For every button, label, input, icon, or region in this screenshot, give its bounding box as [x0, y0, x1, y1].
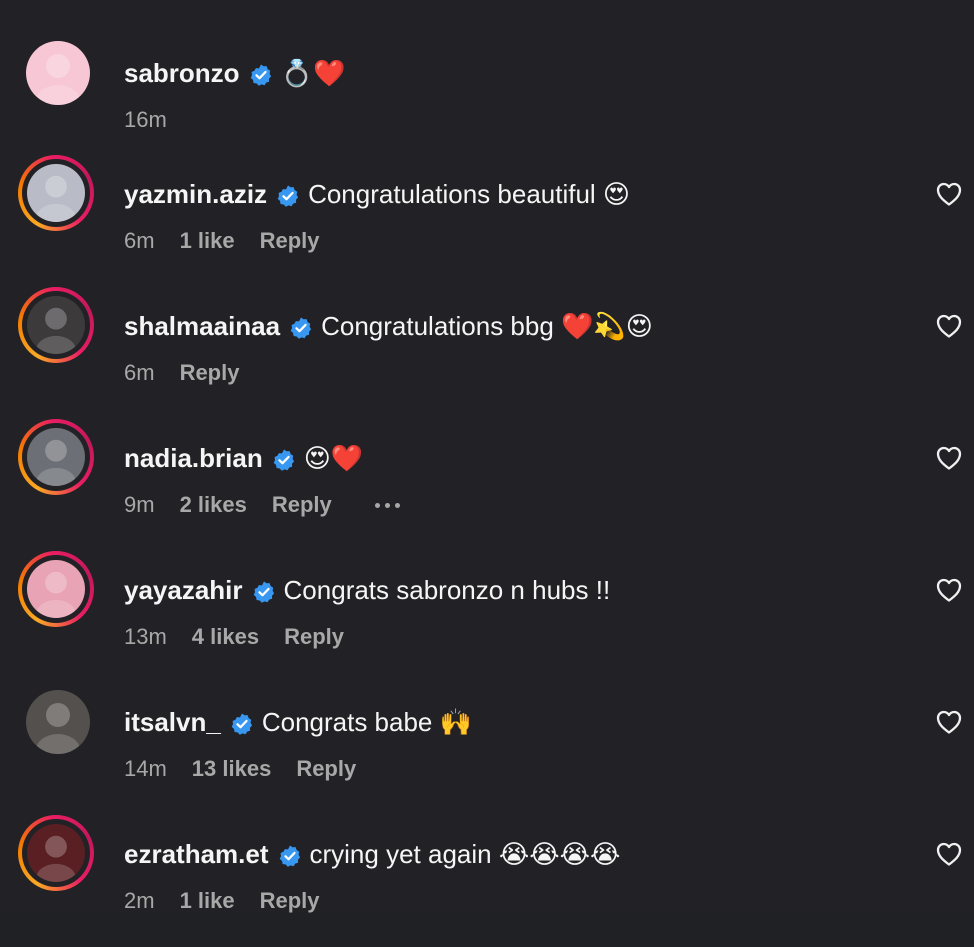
avatar[interactable]	[18, 682, 94, 758]
verified-badge-icon	[289, 314, 313, 339]
comment-line: sabronzo 💍❤️	[124, 56, 345, 90]
comment-meta: 14m 13 likes Reply	[124, 755, 381, 783]
comment-item: yazmin.aziz Congratulations beautiful 😍 6m…	[0, 155, 974, 287]
comment-timestamp[interactable]: 13m	[124, 623, 167, 651]
reply-button[interactable]: Reply	[296, 755, 356, 783]
comment-line: ezratham.et crying yet again 😭😭😭😭	[124, 837, 620, 871]
comment-text: Congratulations beautiful 😍	[308, 179, 631, 209]
comment-meta: 6m Reply	[124, 359, 264, 387]
reply-button[interactable]: Reply	[272, 491, 332, 519]
comment-text: Congratulations bbg ❤️💫😍	[321, 311, 653, 341]
comment-meta: 9m 2 likes Reply	[124, 491, 400, 519]
comment-timestamp[interactable]: 16m	[124, 106, 167, 134]
likes-count[interactable]: 2 likes	[180, 491, 247, 519]
comment-timestamp[interactable]: 6m	[124, 359, 155, 387]
likes-count[interactable]: 13 likes	[192, 755, 272, 783]
comment-text: Congrats babe 🙌	[261, 707, 472, 737]
username-link[interactable]: yazmin.aziz	[124, 177, 267, 211]
avatar[interactable]	[18, 287, 94, 363]
heart-icon[interactable]	[934, 443, 964, 471]
avatar[interactable]	[18, 551, 94, 627]
verified-badge-icon	[252, 578, 276, 603]
comment-meta: 6m 1 like Reply	[124, 227, 345, 255]
heart-icon[interactable]	[934, 179, 964, 207]
heart-icon[interactable]	[934, 839, 964, 867]
comment-meta: 2m 1 like Reply	[124, 887, 345, 915]
likes-count[interactable]: 1 like	[180, 227, 235, 255]
verified-badge-icon	[276, 182, 300, 207]
avatar[interactable]	[18, 155, 94, 231]
comment-line: yayazahir Congrats sabronzo n hubs !!	[124, 573, 610, 607]
comment-timestamp[interactable]: 9m	[124, 491, 155, 519]
heart-icon[interactable]	[934, 311, 964, 339]
avatar[interactable]	[18, 419, 94, 495]
comment-text: 💍❤️	[280, 58, 346, 88]
comment-item: sabronzo 💍❤️ 16m	[0, 34, 974, 166]
verified-badge-icon	[249, 61, 273, 86]
more-options-icon[interactable]	[374, 502, 400, 508]
heart-icon[interactable]	[934, 707, 964, 735]
comment-timestamp[interactable]: 6m	[124, 227, 155, 255]
reply-button[interactable]: Reply	[284, 623, 344, 651]
reply-button[interactable]: Reply	[260, 227, 320, 255]
reply-button[interactable]: Reply	[180, 359, 240, 387]
comment-text: 😍❤️	[303, 443, 364, 473]
comment-item: yayazahir Congrats sabronzo n hubs !! 13m 4…	[0, 551, 974, 683]
username-link[interactable]: itsalvn_	[124, 705, 221, 739]
likes-count[interactable]: 1 like	[180, 887, 235, 915]
comment-line: itsalvn_ Congrats babe 🙌	[124, 705, 472, 739]
comment-meta: 13m 4 likes Reply	[124, 623, 369, 651]
comment-text: crying yet again 😭😭😭😭	[309, 839, 621, 869]
username-link[interactable]: yayazahir	[124, 573, 243, 607]
verified-badge-icon	[278, 842, 302, 867]
comment-line: yazmin.aziz Congratulations beautiful 😍	[124, 177, 630, 211]
username-link[interactable]: nadia.brian	[124, 441, 263, 475]
comment-line: nadia.brian 😍❤️	[124, 441, 363, 475]
comment-item: nadia.brian 😍❤️ 9m 2 likes Reply	[0, 419, 974, 551]
reply-button[interactable]: Reply	[260, 887, 320, 915]
comment-text: Congrats sabronzo n hubs !!	[283, 575, 611, 605]
heart-icon[interactable]	[934, 575, 964, 603]
username-link[interactable]: sabronzo	[124, 56, 240, 90]
comment-line: shalmaainaa Congratulations bbg ❤️💫😍	[124, 309, 653, 343]
username-link[interactable]: ezratham.et	[124, 837, 269, 871]
username-link[interactable]: shalmaainaa	[124, 309, 280, 343]
avatar[interactable]	[18, 33, 94, 109]
comment-meta: 16m	[124, 106, 192, 134]
comment-item: shalmaainaa Congratulations bbg ❤️💫😍 6m Rep…	[0, 287, 974, 419]
likes-count[interactable]: 4 likes	[192, 623, 259, 651]
avatar[interactable]	[18, 815, 94, 891]
verified-badge-icon	[272, 446, 296, 471]
comment-item: itsalvn_ Congrats babe 🙌 14m 13 likes Reply	[0, 683, 974, 815]
verified-badge-icon	[230, 710, 254, 735]
comment-timestamp[interactable]: 2m	[124, 887, 155, 915]
comment-timestamp[interactable]: 14m	[124, 755, 167, 783]
comment-item: ezratham.et crying yet again 😭😭😭😭 2m 1 like…	[0, 815, 974, 947]
